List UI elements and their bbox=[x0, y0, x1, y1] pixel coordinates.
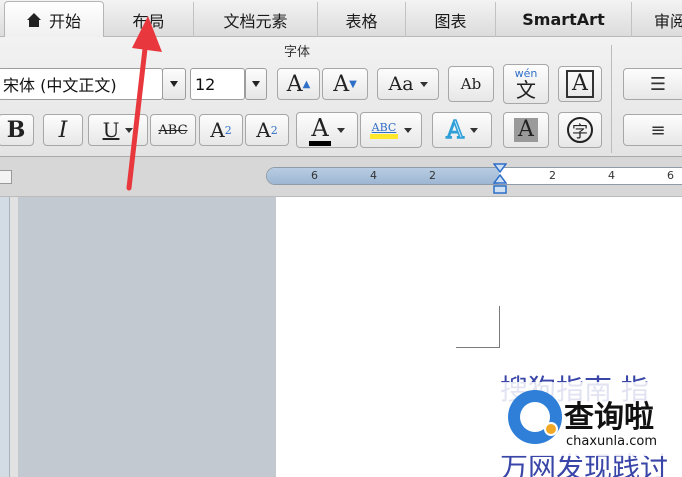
subscript-base: A bbox=[256, 118, 271, 142]
ruler-label: 2 bbox=[549, 169, 556, 182]
chevron-down-icon bbox=[419, 81, 428, 87]
ruler-label: 4 bbox=[370, 169, 377, 182]
bold-button[interactable]: B bbox=[0, 114, 34, 146]
tab-home[interactable]: 开始 bbox=[4, 1, 104, 38]
bullets-button[interactable]: ☰ bbox=[623, 68, 682, 100]
font-size-input[interactable]: 12 bbox=[190, 68, 245, 100]
tab-label: SmartArt bbox=[522, 10, 605, 29]
enclose-char-label: 字 bbox=[567, 117, 593, 143]
eraser-icon: Ab bbox=[460, 75, 482, 93]
phonetic-guide-button[interactable]: wén 文 bbox=[503, 64, 549, 104]
change-case-button[interactable]: Aa bbox=[377, 68, 439, 100]
tab-stop-selector[interactable] bbox=[0, 170, 12, 184]
align-left-icon: ≡ bbox=[650, 119, 666, 141]
bullet-list-icon: ☰ bbox=[649, 73, 667, 95]
ruler-label: 2 bbox=[429, 169, 436, 182]
highlight-button[interactable]: ABC bbox=[360, 112, 422, 148]
indent-marker-icon[interactable] bbox=[493, 163, 507, 195]
ruler-label: 6 bbox=[667, 169, 674, 182]
tab-label: 文档元素 bbox=[223, 11, 288, 31]
phonetic-text: wén bbox=[514, 66, 538, 80]
chevron-down-icon bbox=[336, 127, 345, 133]
phonetic-char: 文 bbox=[516, 77, 536, 102]
superscript-mark: 2 bbox=[224, 123, 232, 137]
chevron-down-icon bbox=[469, 127, 478, 133]
tab-smartart[interactable]: SmartArt bbox=[496, 2, 632, 37]
group-separator bbox=[611, 45, 612, 153]
font-color-button[interactable]: A bbox=[296, 112, 358, 148]
tab-review[interactable]: 审阅 bbox=[632, 2, 682, 37]
tab-tables[interactable]: 表格 bbox=[318, 2, 406, 37]
shrink-font-label: A bbox=[333, 71, 350, 97]
font-color-label: A bbox=[309, 115, 331, 146]
home-icon bbox=[26, 13, 41, 27]
ruler-label: 6 bbox=[311, 169, 318, 182]
triangle-down-icon: ▼ bbox=[349, 78, 357, 90]
char-border-label: A bbox=[566, 70, 594, 98]
character-shading-button[interactable]: A bbox=[503, 112, 549, 148]
align-left-button[interactable]: ≡ bbox=[623, 114, 682, 146]
tab-label: 图表 bbox=[434, 11, 467, 31]
enclose-characters-button[interactable]: 字 bbox=[558, 112, 602, 148]
tab-document-elements[interactable]: 文档元素 bbox=[194, 2, 318, 37]
subscript-button[interactable]: A2 bbox=[245, 114, 289, 146]
font-size-dropdown[interactable] bbox=[245, 68, 267, 100]
clear-formatting-button[interactable]: Ab bbox=[448, 66, 494, 102]
chevron-down-icon bbox=[170, 81, 178, 87]
annotation-arrow-icon bbox=[126, 16, 162, 191]
ruler-label: 4 bbox=[608, 169, 615, 182]
bold-label: B bbox=[6, 117, 26, 143]
italic-button[interactable]: I bbox=[43, 114, 83, 146]
chevron-down-icon bbox=[252, 81, 260, 87]
superscript-button[interactable]: A2 bbox=[199, 114, 243, 146]
font-group-label: 字体 bbox=[284, 45, 311, 60]
tab-label: 表格 bbox=[345, 11, 378, 31]
vertical-ruler[interactable] bbox=[0, 197, 10, 477]
grow-font-button[interactable]: A ▲ bbox=[277, 68, 320, 100]
superscript-base: A bbox=[210, 118, 225, 142]
character-border-button[interactable]: A bbox=[558, 66, 602, 102]
document-canvas-background bbox=[18, 197, 276, 477]
tab-label: 审阅 bbox=[654, 11, 682, 31]
text-effects-button[interactable]: A bbox=[432, 112, 492, 148]
grow-font-label: A bbox=[286, 71, 303, 97]
watermark-title: 查询啦 bbox=[564, 400, 654, 435]
tab-charts[interactable]: 图表 bbox=[406, 2, 496, 37]
logo-dot-icon bbox=[544, 422, 558, 436]
ruler-gutter bbox=[10, 197, 18, 477]
text-effects-label: A bbox=[446, 115, 465, 145]
triangle-up-icon: ▲ bbox=[302, 78, 311, 90]
ribbon-tab-bar: 开始 布局 文档元素 表格 图表 SmartArt 审阅 bbox=[0, 0, 682, 38]
ruler-margin-fill bbox=[267, 168, 499, 184]
shrink-font-button[interactable]: A ▼ bbox=[322, 68, 368, 100]
chevron-down-icon bbox=[404, 127, 413, 133]
search-logo-icon bbox=[508, 390, 562, 444]
site-watermark: 查询啦 chaxunla.com bbox=[500, 382, 682, 462]
italic-label: I bbox=[58, 117, 68, 143]
highlight-label: ABC bbox=[369, 121, 399, 139]
subscript-mark: 2 bbox=[270, 123, 278, 137]
tab-label: 开始 bbox=[48, 12, 81, 31]
change-case-label: Aa bbox=[388, 73, 414, 95]
char-shading-label: A bbox=[514, 118, 538, 142]
watermark-url: chaxunla.com bbox=[566, 434, 657, 449]
margin-corner-mark bbox=[456, 306, 500, 348]
horizontal-ruler[interactable] bbox=[266, 167, 682, 185]
